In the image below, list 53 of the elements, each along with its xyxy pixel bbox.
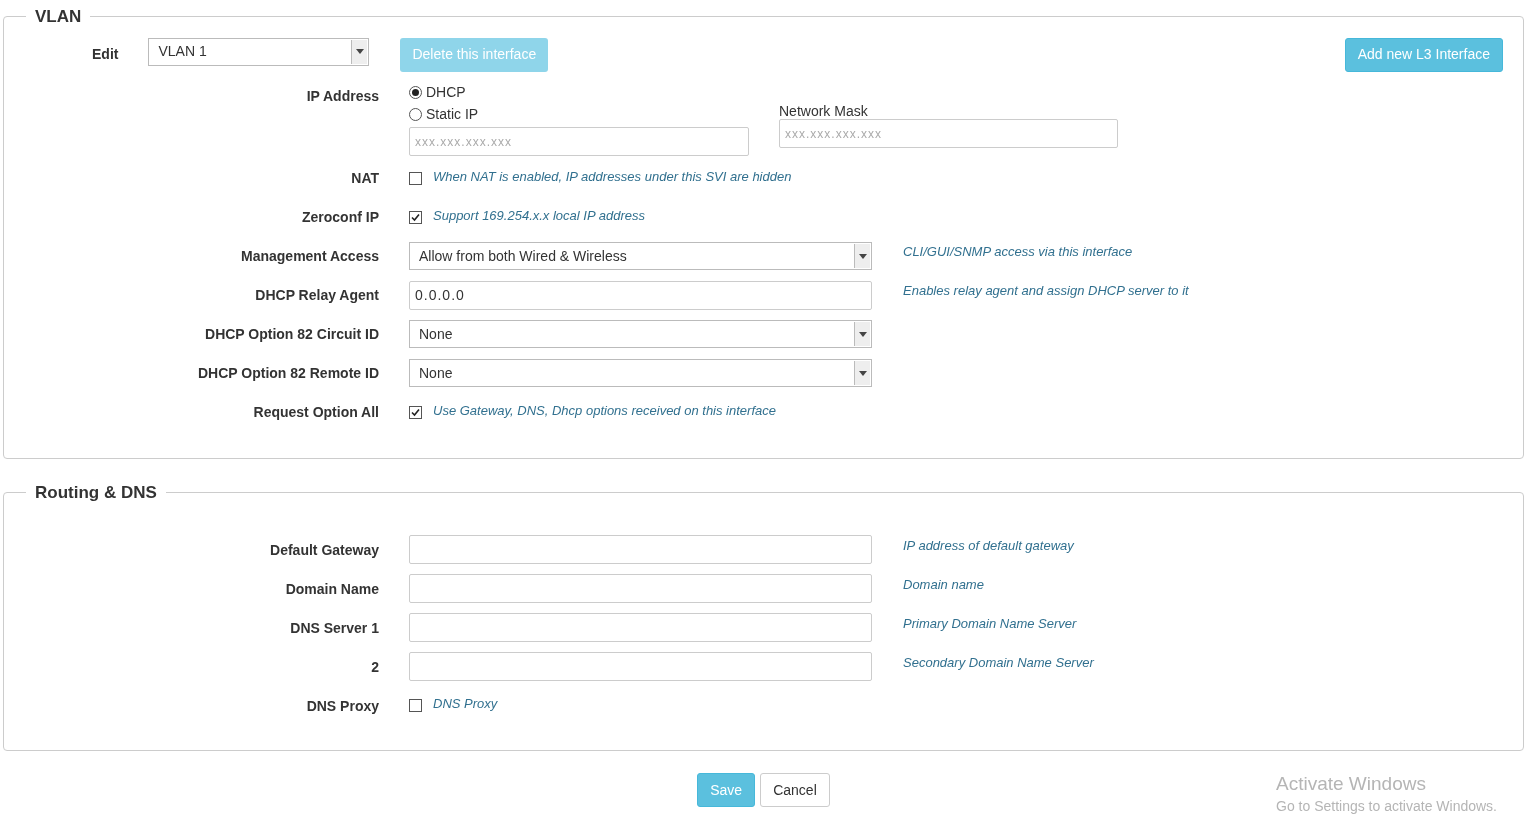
help-text: DNS Proxy <box>433 695 498 714</box>
help-text: Enables relay agent and assign DHCP server to it <box>903 282 1189 301</box>
field-label: DNS Proxy <box>306 697 379 714</box>
text-field[interactable] <box>409 574 872 603</box>
field-label: Management Access <box>241 248 379 264</box>
text-field[interactable]: xxx.xxx.xxx.xxx <box>409 126 749 156</box>
checkbox[interactable] <box>409 699 422 712</box>
field-label: NAT <box>351 170 379 186</box>
text-field[interactable]: xxx.xxx.xxx.xxx <box>779 118 1118 148</box>
caret-icon <box>854 322 870 346</box>
text-field[interactable] <box>409 652 872 681</box>
checkbox[interactable] <box>409 405 422 419</box>
text-field[interactable] <box>409 535 872 564</box>
radio-button[interactable] <box>409 108 422 121</box>
text-field[interactable] <box>409 613 872 642</box>
field-label: Zeroconf IP <box>302 209 379 225</box>
help-text: Domain name <box>903 575 984 594</box>
dropdown-field[interactable]: None <box>409 320 872 348</box>
cancel-button[interactable]: Cancel <box>760 773 830 807</box>
field-label: DNS Server 1 <box>290 619 379 636</box>
field-label: 2 <box>371 658 379 675</box>
checkbox[interactable] <box>409 210 422 224</box>
help-text: IP address of default gateway <box>903 536 1074 555</box>
field-label: DHCP Option 82 Remote ID <box>198 365 379 381</box>
help-text: Secondary Domain Name Server <box>903 653 1094 672</box>
option-label: Static IP <box>426 105 479 124</box>
help-text: CLI/GUI/SNMP access via this interface <box>903 243 1133 262</box>
caret-icon <box>854 244 870 268</box>
dropdown-field[interactable]: Allow from both Wired & Wireless <box>409 242 872 270</box>
text-field[interactable]: 0.0.0.0 <box>409 280 872 310</box>
dropdown-field[interactable]: VLAN 1 <box>148 37 370 66</box>
field-label: DHCP Relay Agent <box>255 287 379 303</box>
activation-notice-title: Activate Windows <box>1276 772 1427 796</box>
radio-button[interactable] <box>409 86 422 99</box>
help-text: Use Gateway, DNS, Dhcp options received on this interface <box>433 401 776 420</box>
caret-icon <box>854 361 870 385</box>
field-label: Network Mask <box>779 101 869 119</box>
help-text: Primary Domain Name Server <box>903 614 1077 633</box>
checkbox[interactable] <box>409 171 422 185</box>
help-text: When NAT is enabled, IP addresses under this SVI are hidden <box>433 167 792 186</box>
field-label: Request Option All <box>253 404 379 420</box>
field-label: Domain Name <box>285 580 379 597</box>
field-label: DHCP Option 82 Circuit ID <box>205 326 379 342</box>
activation-notice-text: Go to Settings to activate Windows. <box>1276 797 1497 816</box>
dropdown-field[interactable]: None <box>409 359 872 387</box>
caret-icon <box>351 39 368 64</box>
field-label: IP Address <box>306 87 379 104</box>
field-label: Default Gateway <box>270 541 379 558</box>
field-label: Edit <box>92 44 119 64</box>
section-title: VLAN <box>34 6 83 28</box>
help-text: Support 169.254.x.x local IP address <box>433 206 645 225</box>
section-title: Routing & DNS <box>34 481 158 504</box>
option-label: DHCP <box>426 83 466 102</box>
